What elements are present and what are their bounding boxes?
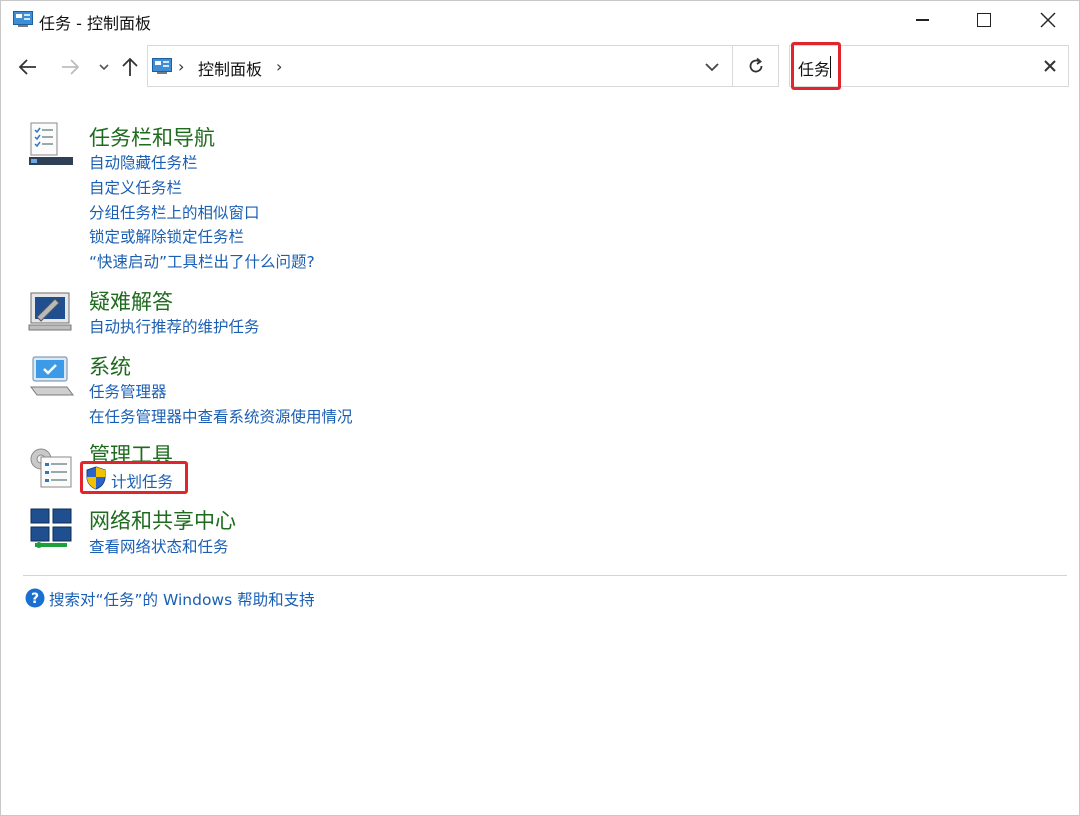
close-button[interactable]	[1015, 1, 1080, 39]
control-panel-icon	[13, 11, 33, 27]
group-title-system[interactable]: 系统	[89, 351, 131, 381]
breadcrumb-control-panel[interactable]: 控制面板	[198, 56, 262, 80]
search-highlight-box	[791, 42, 841, 90]
control-panel-window: 任务 - 控制面板 › 控制面板 › 任务 任务栏和导航 自动隐藏任务栏 自定义…	[0, 0, 1080, 816]
link-group-similar-windows[interactable]: 分组任务栏上的相似窗口	[89, 201, 260, 223]
minimize-icon	[915, 19, 929, 21]
recent-locations-button[interactable]	[91, 53, 117, 81]
maximize-button[interactable]	[951, 1, 1017, 39]
task-scheduler-highlight-box	[80, 461, 188, 494]
svg-text:?: ?	[31, 591, 39, 607]
link-view-resources-task-manager[interactable]: 在任务管理器中查看系统资源使用情况	[89, 405, 353, 427]
back-button[interactable]	[15, 53, 41, 81]
up-arrow-icon	[122, 57, 138, 76]
chevron-down-icon	[99, 64, 109, 71]
taskbar-settings-icon	[29, 122, 73, 165]
link-auto-maintenance[interactable]: 自动执行推荐的维护任务	[89, 315, 260, 337]
forward-arrow-icon	[62, 59, 80, 75]
link-task-manager[interactable]: 任务管理器	[89, 380, 167, 402]
link-quick-launch-problem[interactable]: “快速启动”工具栏出了什么问题?	[89, 250, 315, 272]
maximize-icon	[977, 13, 991, 27]
back-arrow-icon	[18, 59, 36, 75]
address-bar[interactable]: › 控制面板 ›	[147, 45, 733, 87]
window-title: 任务 - 控制面板	[39, 14, 151, 33]
admin-tools-icon	[30, 448, 72, 488]
chevron-down-icon[interactable]	[704, 60, 720, 74]
refresh-icon	[749, 57, 762, 73]
refresh-button[interactable]	[733, 45, 779, 87]
clear-search-button[interactable]	[1040, 56, 1060, 76]
troubleshooting-icon	[28, 292, 72, 331]
close-icon	[1040, 12, 1056, 28]
help-icon: ?	[25, 588, 45, 608]
group-title-troubleshooting[interactable]: 疑难解答	[89, 286, 173, 316]
link-auto-hide-taskbar[interactable]: 自动隐藏任务栏	[89, 151, 198, 173]
title-bar: 任务 - 控制面板	[1, 1, 1079, 39]
link-lock-taskbar[interactable]: 锁定或解除锁定任务栏	[89, 225, 244, 247]
minimize-button[interactable]	[889, 1, 955, 39]
group-title-taskbar[interactable]: 任务栏和导航	[89, 122, 215, 152]
breadcrumb-chevron-icon[interactable]: ›	[178, 57, 184, 76]
computer-icon	[30, 356, 74, 396]
group-title-network-sharing[interactable]: 网络和共享中心	[89, 505, 236, 535]
results-divider	[23, 575, 1067, 576]
network-icon	[30, 508, 72, 548]
breadcrumb-chevron-icon[interactable]: ›	[276, 57, 282, 76]
link-view-network-status[interactable]: 查看网络状态和任务	[89, 535, 229, 557]
control-panel-icon	[152, 58, 172, 74]
link-customize-taskbar[interactable]: 自定义任务栏	[89, 176, 182, 198]
up-button[interactable]	[117, 53, 143, 81]
forward-button[interactable]	[57, 53, 83, 81]
close-icon	[1044, 60, 1056, 72]
windows-help-link[interactable]: 搜索对“任务”的 Windows 帮助和支持	[49, 588, 315, 610]
